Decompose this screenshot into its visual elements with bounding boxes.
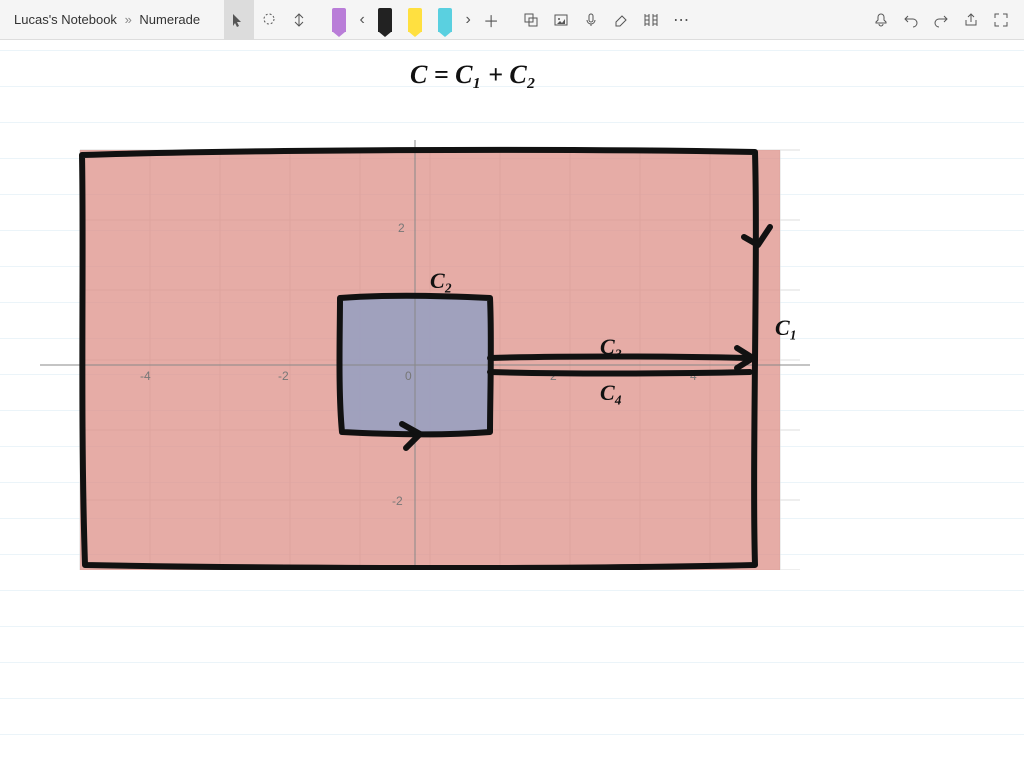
tick-yneg2: -2	[392, 494, 403, 508]
lasso-tool-icon[interactable]	[254, 0, 284, 40]
pen-purple[interactable]	[324, 0, 354, 40]
shape-tool-icon[interactable]	[516, 0, 546, 40]
insert-space-icon[interactable]	[284, 0, 314, 40]
pen-prev-icon[interactable]: ‹	[354, 0, 370, 40]
pen-purple-icon	[332, 8, 346, 32]
tick-xneg4: -4	[140, 369, 151, 383]
pen-black-icon	[378, 8, 392, 32]
ruler-icon[interactable]	[636, 0, 666, 40]
pen-black[interactable]	[370, 0, 400, 40]
breadcrumb-section[interactable]: Numerade	[139, 12, 200, 27]
label-c4: C₄	[600, 380, 622, 405]
tick-x0: 0	[405, 369, 412, 383]
pen-group: ‹ › ＋	[324, 0, 506, 40]
redo-icon[interactable]	[926, 0, 956, 40]
toolbar: Lucas's Notebook » Numerade ‹ › ＋	[0, 0, 1024, 40]
pen-blue-icon	[438, 8, 452, 32]
add-pen-icon[interactable]: ＋	[476, 0, 506, 40]
equation-text: C = C₁ + C₂	[410, 60, 536, 90]
more-icon[interactable]: ⋯	[666, 0, 696, 40]
pen-blue[interactable]	[430, 0, 460, 40]
undo-icon[interactable]	[896, 0, 926, 40]
breadcrumb-separator: »	[125, 12, 132, 27]
eraser-icon[interactable]	[606, 0, 636, 40]
dictate-icon[interactable]	[576, 0, 606, 40]
notifications-icon[interactable]	[866, 0, 896, 40]
share-icon[interactable]	[956, 0, 986, 40]
text-cursor-tool[interactable]	[224, 0, 254, 40]
breadcrumb: Lucas's Notebook » Numerade	[0, 12, 214, 27]
breadcrumb-notebook[interactable]: Lucas's Notebook	[14, 12, 117, 27]
pen-yellow-icon	[408, 8, 422, 32]
label-c3: C₃	[600, 334, 622, 359]
fullscreen-icon[interactable]	[986, 0, 1016, 40]
canvas[interactable]: C = C₁ + C₂ -4 -2 0 2	[0, 40, 1024, 768]
label-c1: C₁	[775, 315, 797, 340]
tick-xneg2: -2	[278, 369, 289, 383]
pen-yellow[interactable]	[400, 0, 430, 40]
tick-y2: 2	[398, 221, 405, 235]
image-tool-icon[interactable]	[546, 0, 576, 40]
pen-next-icon[interactable]: ›	[460, 0, 476, 40]
label-c2: C₂	[430, 268, 452, 293]
graph-svg: -4 -2 0 2 4 2 -2 C₂ C₁	[40, 110, 840, 570]
